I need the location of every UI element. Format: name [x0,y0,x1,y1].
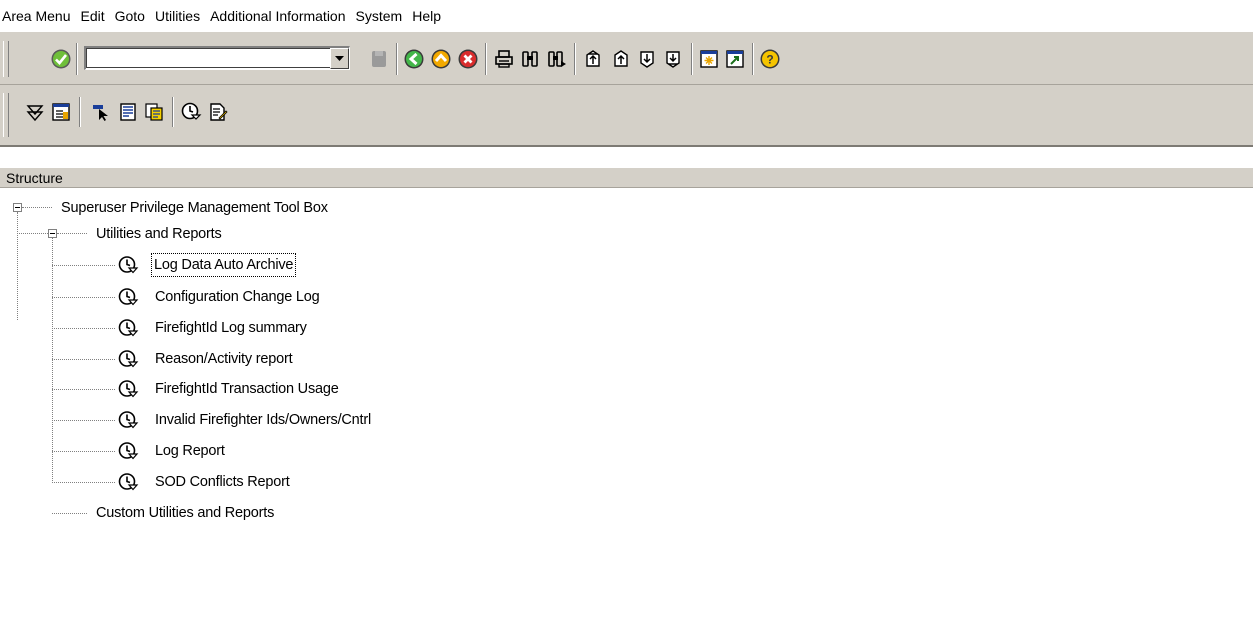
create-shortcut-icon[interactable] [724,48,746,70]
execute-icon[interactable] [180,101,202,123]
execute-icon [118,350,139,368]
tree-connector [52,359,115,360]
cancel-icon[interactable] [457,48,479,70]
display-icon[interactable] [117,101,139,123]
tree-connector [52,451,115,452]
menu-system[interactable]: System [351,0,408,26]
execute-icon [118,319,139,337]
tree-item-firefightid-log-summary[interactable]: FirefightId Log summary [155,317,307,339]
menu-goto[interactable]: Goto [110,0,150,26]
toolbar-separator [396,43,398,75]
tree-item-log-report[interactable]: Log Report [155,440,225,462]
menu-area-menu[interactable]: Area Menu [0,0,75,26]
tree-connector [57,233,87,234]
execute-icon [118,411,139,429]
tree-connector [52,389,115,390]
toolbar-separator [574,43,576,75]
collapse-toggle[interactable] [13,203,22,212]
exit-icon[interactable] [430,48,452,70]
toolbar-grip[interactable] [3,41,9,77]
previous-page-icon[interactable] [610,48,632,70]
menu-bar: Area Menu Edit Goto Utilities Additional… [0,0,1253,33]
documentation-icon[interactable] [207,101,229,123]
execute-icon [118,442,139,460]
tree-connector [52,328,115,329]
tree-folder-utilities-and-reports[interactable]: Utilities and Reports [96,223,222,245]
execute-icon [118,288,139,306]
expand-subtree-icon[interactable] [24,101,46,123]
tree-item-reason-activity-report[interactable]: Reason/Activity report [155,348,293,370]
application-toolbar [0,85,1253,147]
tree-folder-custom-utilities-and-reports[interactable]: Custom Utilities and Reports [96,502,274,524]
tree-item-log-data-auto-archive[interactable]: Log Data Auto Archive [150,253,297,277]
find-icon[interactable] [519,48,541,70]
chevron-down-icon [335,55,344,61]
tree-root-node[interactable]: Superuser Privilege Management Tool Box [61,197,328,219]
collapse-icon[interactable] [50,101,72,123]
execute-icon [118,473,139,491]
tree-connector [17,233,48,234]
find-next-icon[interactable] [546,48,568,70]
menu-utilities[interactable]: Utilities [150,0,205,26]
command-field-dropdown-button[interactable] [330,48,349,69]
toolbar-grip[interactable] [3,93,9,137]
tree-connector [22,207,52,208]
tree-connector [52,265,115,266]
next-page-icon[interactable] [636,48,658,70]
save-icon[interactable] [368,48,390,70]
last-page-icon[interactable] [662,48,684,70]
collapse-toggle[interactable] [48,229,57,238]
tree-connector [52,237,53,483]
tree-item-invalid-firefighter-ids[interactable]: Invalid Firefighter Ids/Owners/Cntrl [155,409,371,431]
toolbar-separator [752,43,754,75]
back-icon[interactable] [403,48,425,70]
tree-item-firefightid-transaction-usage[interactable]: FirefightId Transaction Usage [155,378,339,400]
structure-tree: Superuser Privilege Management Tool Box … [0,188,1253,635]
execute-icon [118,256,139,274]
execute-icon [118,380,139,398]
tree-item-configuration-change-log[interactable]: Configuration Change Log [155,286,320,308]
command-field[interactable] [84,46,350,70]
structure-column-header: Structure [0,167,1253,188]
create-session-icon[interactable] [698,48,720,70]
toolbar-separator [485,43,487,75]
svg-text:?: ? [766,53,773,67]
enter-icon[interactable] [50,48,72,70]
tree-connector [52,297,115,298]
menu-help[interactable]: Help [407,0,446,26]
menu-edit[interactable]: Edit [75,0,109,26]
toolbar-separator [691,43,693,75]
toolbar-separator [172,97,174,127]
print-icon[interactable] [493,48,515,70]
command-field-input[interactable] [88,49,328,67]
tree-connector [52,420,115,421]
toolbar-separator [76,43,78,75]
tree-connector [17,212,18,312]
first-page-icon[interactable] [582,48,604,70]
tree-connector [52,482,115,483]
toolbar-separator [79,97,81,127]
tree-item-sod-conflicts-report[interactable]: SOD Conflicts Report [155,471,290,493]
standard-toolbar: ? [0,33,1253,85]
select-icon[interactable] [90,101,112,123]
help-icon[interactable]: ? [759,48,781,70]
copy-icon[interactable] [143,101,165,123]
menu-additional-information[interactable]: Additional Information [205,0,350,26]
tree-connector [52,513,87,514]
